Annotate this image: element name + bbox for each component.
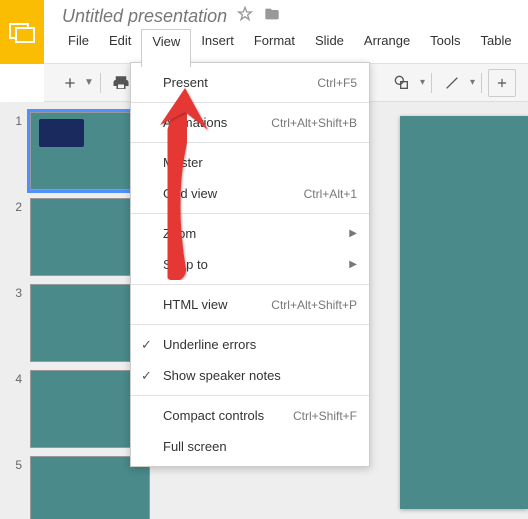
canvas-slide[interactable] (400, 116, 528, 509)
menu-item-label: Zoom (163, 226, 196, 241)
menu-item-html-view[interactable]: HTML view Ctrl+Alt+Shift+P (131, 289, 369, 320)
header: Untitled presentation FileEditViewInsert… (44, 0, 528, 64)
menu-item-label: HTML view (163, 297, 228, 312)
slide-number: 4 (8, 370, 22, 386)
menu-separator (131, 142, 369, 143)
submenu-arrow-icon: ▶ (349, 228, 357, 239)
menu-item-animations[interactable]: Animations Ctrl+Alt+Shift+B (131, 107, 369, 138)
menu-item-label: Present (163, 75, 208, 90)
check-icon: ✓ (141, 337, 152, 353)
menu-item-master[interactable]: Master (131, 147, 369, 178)
new-slide-button[interactable] (56, 69, 84, 97)
document-title[interactable]: Untitled presentation (62, 6, 227, 27)
menu-item-label: Underline errors (163, 337, 256, 352)
menu-separator (131, 395, 369, 396)
menu-item-label: Compact controls (163, 408, 264, 423)
menu-shortcut: Ctrl+Alt+1 (304, 187, 357, 201)
menu-shortcut: Ctrl+Alt+Shift+B (271, 116, 357, 130)
menu-add-on[interactable]: Add-on (522, 29, 528, 67)
menu-separator (131, 102, 369, 103)
menu-item-show-speaker-notes[interactable]: ✓ Show speaker notes (131, 360, 369, 391)
menu-shortcut: Ctrl+Alt+Shift+P (271, 298, 357, 312)
check-icon: ✓ (141, 368, 152, 384)
menu-item-underline-errors[interactable]: ✓ Underline errors (131, 329, 369, 360)
more-button[interactable] (488, 69, 516, 97)
slide-number: 2 (8, 198, 22, 214)
separator (481, 73, 482, 93)
menu-item-label: Full screen (163, 439, 227, 454)
menu-separator (131, 213, 369, 214)
dropdown-caret-icon[interactable]: ▼ (84, 77, 94, 88)
dropdown-caret-icon[interactable]: ▾ (420, 77, 425, 88)
menu-item-present[interactable]: Present Ctrl+F5 (131, 67, 369, 98)
menu-shortcut: Ctrl+F5 (317, 76, 357, 90)
menu-item-label: Snap to (163, 257, 208, 272)
menu-tools[interactable]: Tools (420, 29, 470, 67)
dropdown-caret-icon[interactable]: ▾ (470, 77, 475, 88)
slide-number: 3 (8, 284, 22, 300)
folder-icon[interactable] (263, 6, 281, 27)
separator (100, 73, 101, 93)
menu-item-label: Show speaker notes (163, 368, 281, 383)
menu-item-snap-to[interactable]: Snap to ▶ (131, 249, 369, 280)
slide-number: 5 (8, 456, 22, 472)
menu-item-compact-controls[interactable]: Compact controls Ctrl+Shift+F (131, 400, 369, 431)
menu-item-zoom[interactable]: Zoom ▶ (131, 218, 369, 249)
title-row: Untitled presentation (44, 0, 528, 29)
menu-shortcut: Ctrl+Shift+F (293, 409, 357, 423)
slides-logo-icon (8, 20, 36, 44)
separator (431, 73, 432, 93)
line-button[interactable] (438, 69, 466, 97)
menu-item-full-screen[interactable]: Full screen (131, 431, 369, 462)
menu-table[interactable]: Table (471, 29, 522, 67)
shape-button[interactable] (388, 69, 416, 97)
menu-file[interactable]: File (58, 29, 99, 67)
slide-number: 1 (8, 112, 22, 128)
brand-bar (0, 0, 44, 64)
menu-item-grid-view[interactable]: Grid view Ctrl+Alt+1 (131, 178, 369, 209)
menu-separator (131, 324, 369, 325)
menu-separator (131, 284, 369, 285)
menu-item-label: Master (163, 155, 203, 170)
star-icon[interactable] (237, 6, 253, 27)
view-dropdown: Present Ctrl+F5 Animations Ctrl+Alt+Shift+B… (130, 62, 370, 467)
menu-view[interactable]: View (141, 29, 191, 67)
submenu-arrow-icon: ▶ (349, 259, 357, 270)
thumb-content (39, 119, 84, 147)
menu-item-label: Grid view (163, 186, 217, 201)
menu-item-label: Animations (163, 115, 227, 130)
